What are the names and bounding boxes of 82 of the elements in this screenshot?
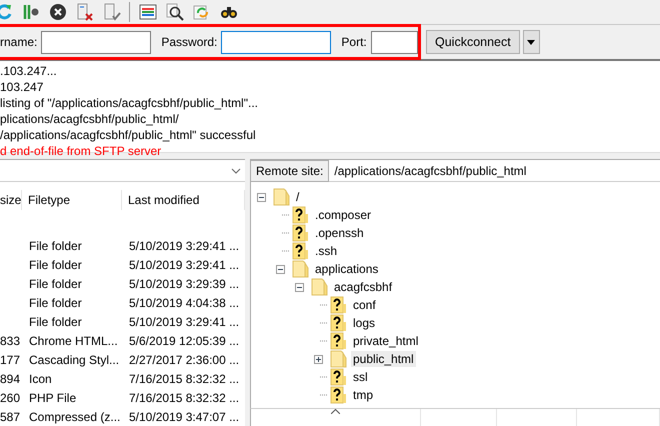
folder-icon: [292, 260, 309, 278]
tree-item[interactable]: applications: [313, 261, 380, 277]
table-cell-text: 5/10/2019 3:29:41 ...: [128, 314, 240, 328]
log-line: d end-of-file from SFTP server: [0, 143, 162, 159]
unknown-folder-icon: [330, 386, 347, 404]
log-line: plications/acagfcsbhf/public_html/: [0, 111, 180, 127]
sort-caret-icon[interactable]: [331, 409, 340, 414]
caret-icon: [527, 40, 536, 44]
table-cell-text: 2/27/2017 2:36:00 ...: [128, 352, 240, 366]
sliders-icon: [22, 3, 40, 21]
search-icon: [166, 3, 184, 21]
log-line: listing of "/applications/acagfcsbhf/public_html"...: [0, 95, 259, 111]
tree-item[interactable]: .openssh: [313, 225, 366, 241]
collapse-icon[interactable]: [257, 192, 266, 202]
log-line: .103.247...: [0, 63, 58, 79]
table-cell-text: Compressed (z...: [28, 410, 122, 424]
remote-path-field[interactable]: /applications/acagfcsbhf/public_html: [329, 160, 660, 182]
tree-item[interactable]: /: [294, 189, 302, 205]
table-cell-text: 7/16/2015 8:32:32 ...: [128, 390, 240, 404]
table-cell-text: 587: [0, 410, 21, 424]
tree-item[interactable]: .composer: [313, 207, 374, 223]
reconnect-icon: [102, 3, 120, 21]
table-cell-text: File folder: [28, 314, 83, 328]
expand-icon[interactable]: [314, 354, 323, 364]
unknown-folder-icon: [292, 206, 309, 224]
table-cell-text: File folder: [28, 258, 83, 272]
tree-item[interactable]: ssl: [351, 369, 370, 385]
tree-item[interactable]: private_html: [351, 333, 420, 349]
tree-item[interactable]: acagfcsbhf: [332, 279, 394, 295]
unknown-folder-icon: [330, 332, 347, 350]
table-cell-text: 7/16/2015 8:32:32 ...: [128, 372, 240, 386]
sync-icon: [192, 3, 210, 21]
column-header[interactable]: Last modified: [122, 190, 245, 210]
column-header[interactable]: Filetype: [22, 190, 122, 210]
table-cell-text: Icon: [28, 372, 53, 386]
list-icon: [138, 3, 156, 21]
input-field[interactable]: [370, 30, 418, 54]
unknown-folder-icon: [330, 296, 347, 314]
table-cell-text: 5/10/2019 3:29:41 ...: [128, 258, 240, 272]
folder-icon: [311, 278, 328, 296]
unknown-folder-icon: [292, 224, 309, 242]
unknown-folder-icon: [330, 368, 347, 386]
cancel-icon: [48, 3, 66, 21]
table-cell-text: 5/10/2019 3:47:07 ...: [128, 410, 240, 424]
tree-item[interactable]: logs: [351, 315, 378, 331]
table-cell-text: 260: [0, 390, 21, 404]
collapse-icon[interactable]: [295, 282, 304, 292]
tree-item[interactable]: .ssh: [313, 243, 340, 259]
field-label: Password:: [161, 35, 218, 49]
table-cell-text: 5/10/2019 4:04:38 ...: [128, 296, 240, 310]
collapse-icon[interactable]: [276, 264, 285, 274]
table-cell-text: 833: [0, 334, 21, 348]
table-cell-text: 177: [0, 352, 21, 366]
folder-icon: [330, 350, 347, 368]
table-cell-text: 5/10/2019 3:29:39 ...: [128, 276, 240, 290]
table-cell-text: File folder: [28, 276, 83, 290]
unknown-folder-icon: [292, 242, 309, 260]
table-cell-text: 5/10/2019 3:29:41 ...: [128, 238, 240, 252]
log-line: 103.247: [0, 79, 44, 95]
field-label: rname:: [0, 35, 38, 49]
input-field[interactable]: [41, 30, 152, 54]
input-field[interactable]: [221, 30, 332, 54]
chevron-down-icon: [231, 168, 241, 174]
unknown-folder-icon: [330, 314, 347, 332]
remote-site-label: Remote site:: [250, 160, 330, 182]
tree-item[interactable]: tmp: [351, 387, 376, 403]
table-cell-text: 894: [0, 372, 21, 386]
table-cell-text: Cascading Styl...: [28, 352, 120, 366]
disconnect-icon: [76, 3, 94, 21]
log-line: /applications/acagfcsbhf/public_html" successful: [0, 127, 257, 143]
tree-item[interactable]: conf: [351, 297, 378, 313]
table-cell-text: File folder: [28, 238, 83, 252]
column-header[interactable]: size: [0, 190, 22, 210]
table-cell-text: Chrome HTML...: [28, 334, 119, 348]
table-cell-text: File folder: [28, 296, 83, 310]
table-cell-text: 5/6/2019 12:05:39 ...: [128, 334, 240, 348]
folder-icon: [273, 188, 290, 206]
dropdown-button[interactable]: [522, 30, 540, 54]
table-cell-text: PHP File: [28, 390, 78, 404]
field-label: Port:: [341, 35, 367, 49]
quickconnect-button[interactable]: Quickconnect: [426, 30, 520, 54]
tree-item[interactable]: public_html: [351, 351, 416, 367]
